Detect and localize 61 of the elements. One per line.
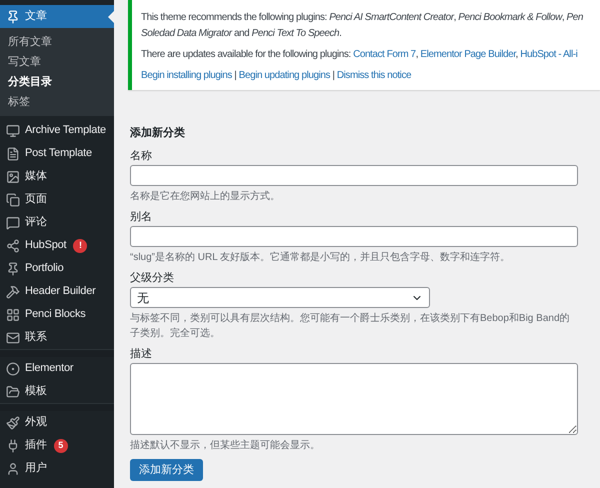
help-text: 描述默认不显示，但某些主题可能会显示。	[130, 438, 321, 453]
document-icon	[6, 146, 20, 160]
speech-bubble-icon	[6, 216, 20, 230]
sidebar-item[interactable]: Post Template	[0, 142, 114, 165]
sidebar-item[interactable]: Header Builder	[0, 280, 114, 303]
sidebar-item[interactable]: 文章	[0, 5, 114, 28]
help-text: 与标签不同，类别可以具有层次结构。您可能有一个爵士乐类别，在该类别下有Bebop和Big Band的子类别。完全可选。	[130, 312, 571, 341]
submenu-item[interactable]: 分类目录	[0, 72, 114, 92]
notice-actions: Begin installing plugins | Begin updating plugins | Dismiss this notice	[141, 69, 412, 83]
pin-icon	[6, 262, 20, 276]
description-field[interactable]	[130, 363, 578, 435]
user-icon	[6, 462, 20, 476]
sidebar-item[interactable]: 模板	[0, 380, 114, 403]
sidebar-item[interactable]: 联系	[0, 326, 114, 349]
monitor-icon	[6, 124, 20, 138]
field-label: 别名	[130, 210, 153, 224]
sidebar-item[interactable]: HubSpot !	[0, 234, 114, 257]
sidebar-item[interactable]: Elementor	[0, 357, 114, 380]
sidebar-item[interactable]: 页面	[0, 188, 114, 211]
notice-link[interactable]: Contact Form 7	[353, 49, 416, 60]
notice-link[interactable]: Dismiss this notice	[336, 70, 412, 81]
submenu-item[interactable]: 写文章	[0, 52, 114, 72]
sidebar-item[interactable]: Penci Blocks	[0, 303, 114, 326]
image-icon	[6, 170, 20, 184]
notice-link[interactable]: Begin updating plugins	[238, 70, 330, 81]
field-label: 父级分类	[130, 271, 175, 285]
sidebar-item[interactable]: Archive Template	[0, 119, 114, 142]
sidebar-item[interactable]: 评论	[0, 211, 114, 234]
text-field[interactable]	[130, 165, 578, 186]
field-label: 描述	[130, 347, 153, 361]
parent-category-select[interactable]: 无	[130, 287, 430, 308]
form-title: 添加新分类	[130, 126, 186, 140]
sidebar-item[interactable]: 外观	[0, 411, 114, 434]
submenu-item[interactable]: 标签	[0, 92, 114, 112]
folder-icon	[6, 384, 20, 398]
count-badge: !	[73, 238, 88, 252]
help-text: 名称是它在您网站上的显示方式。	[130, 190, 281, 204]
brush-icon	[6, 416, 20, 430]
field-label: 名称	[130, 149, 153, 163]
hammer-icon	[6, 284, 20, 298]
pages-icon	[6, 192, 20, 206]
notice-link[interactable]: Begin installing plugins	[141, 70, 232, 81]
nodes-icon	[6, 238, 20, 252]
notice-text: This theme recommends the following plugins: Penci AI SmartContent Creator, Penci Bookmark & Follow, Pen Soledad Data Migrator and Penci Text To Speech.	[141, 11, 584, 41]
help-text: “slug”是名称的 URL 友好版本。它通常都是小写的，并且只包含字母、数字和连字符。	[130, 250, 512, 265]
notice-link[interactable]: Elementor Page Builder	[420, 49, 516, 60]
plug-icon	[6, 438, 20, 452]
envelope-icon	[6, 330, 20, 344]
sidebar-item[interactable]: 用户	[0, 457, 114, 480]
notice-text: There are updates available for the following plugins: Contact Form 7, Elementor Page Builder, HubSpot - All-i	[141, 48, 578, 62]
sidebar-item[interactable]: Portfolio	[0, 257, 114, 280]
text-field[interactable]	[130, 226, 578, 247]
count-badge: 5	[54, 438, 68, 452]
notice-link[interactable]: HubSpot - All-i	[520, 49, 578, 60]
sidebar-item[interactable]: 插件 5	[0, 434, 114, 457]
pin-icon	[6, 10, 20, 24]
add-category-button[interactable]: 添加新分类	[130, 459, 203, 481]
submenu-item[interactable]: 所有文章	[0, 32, 114, 52]
sidebar-item[interactable]: 媒体	[0, 165, 114, 188]
grid-icon	[6, 308, 20, 322]
circle-icon	[6, 362, 20, 376]
